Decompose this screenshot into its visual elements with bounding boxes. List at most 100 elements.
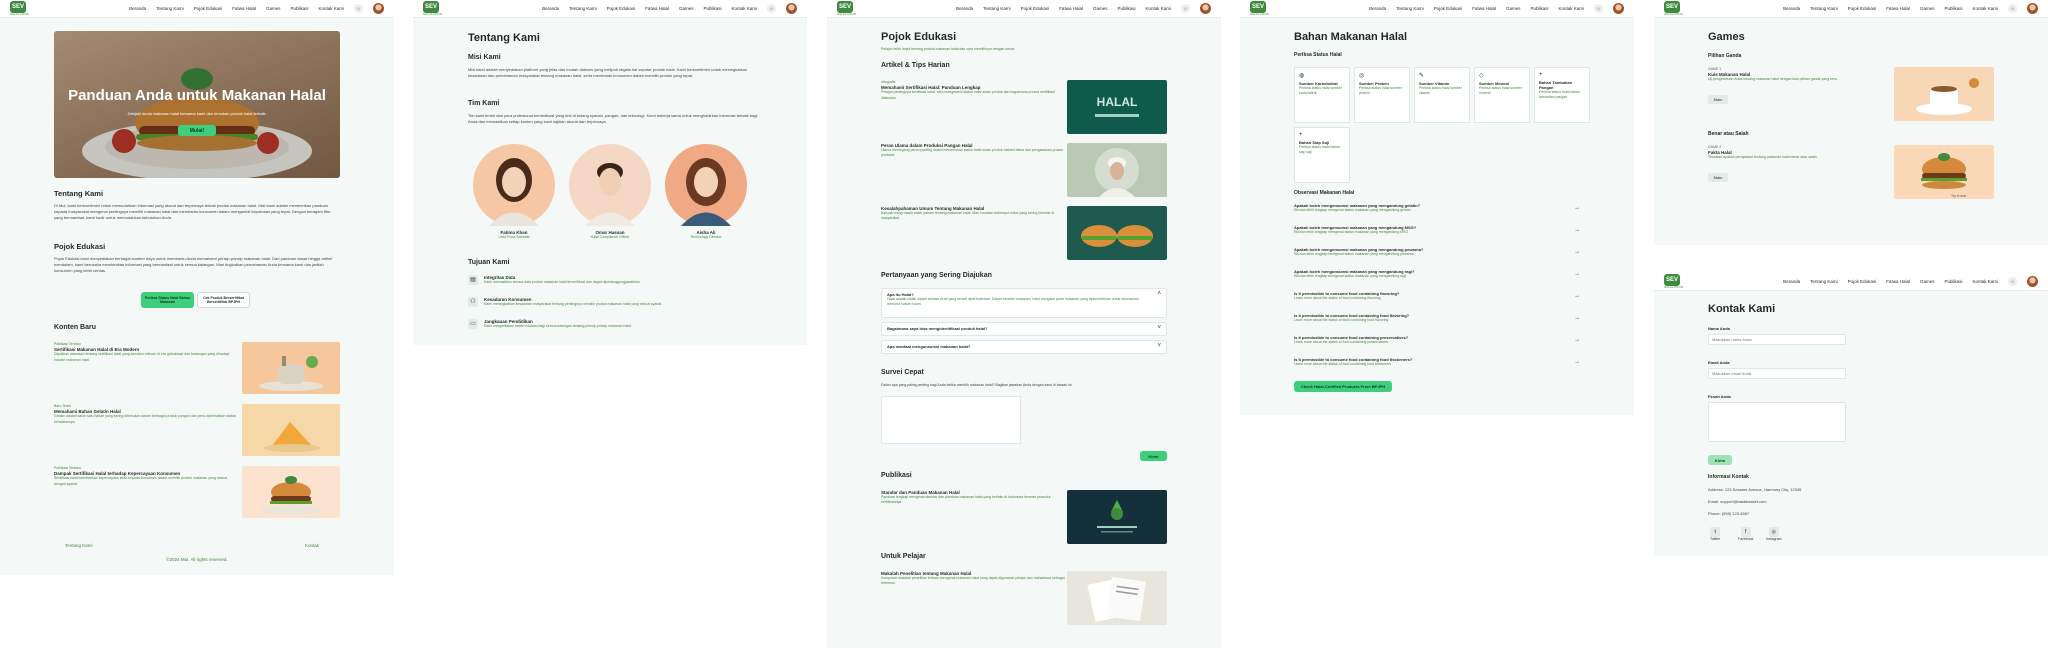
social-instagram[interactable]: ◎ Instagram — [1766, 527, 1782, 542]
nav-item-edukasi[interactable]: Pojok Edukasi — [1848, 279, 1877, 284]
obs-item[interactable]: Apakah boleh mengonsumsi makanan yang me… — [1294, 203, 1580, 221]
avatar[interactable] — [786, 3, 797, 14]
nav-item-beranda[interactable]: Beranda — [1369, 6, 1386, 11]
email-input[interactable] — [1708, 368, 1846, 379]
nav-item-tentang[interactable]: Tentang Kami — [569, 6, 597, 11]
category-card[interactable]: ◎ Sumber Protein Periksa status halal su… — [1354, 67, 1410, 123]
nav-item-publikasi[interactable]: Publikasi — [1117, 6, 1135, 11]
nav-item-publikasi[interactable]: Publikasi — [1944, 279, 1962, 284]
nav-item-kontak[interactable]: Kontak Kami — [1145, 6, 1171, 11]
nav-item-kontak[interactable]: Kontak Kami — [731, 6, 757, 11]
category-card[interactable]: ◍ Sumber Karbohidrat Periksa status hala… — [1294, 67, 1350, 123]
send-button[interactable]: Kirim — [1708, 455, 1732, 465]
nav-item-games[interactable]: Games — [1920, 6, 1935, 11]
nav-item-edukasi[interactable]: Pojok Edukasi — [607, 6, 636, 11]
category-card[interactable]: + Bahan Siap Saji Periksa status halal b… — [1294, 127, 1350, 183]
nav-item-fatwa[interactable]: Fatwa Halal — [1886, 6, 1910, 11]
obs-item[interactable]: Is it permissible to consume food contai… — [1294, 335, 1580, 353]
nav-item-beranda[interactable]: Beranda — [1783, 6, 1800, 11]
logo[interactable]: SEV HALAL FOOD — [1664, 274, 1683, 289]
play-button[interactable]: Main — [1708, 173, 1728, 182]
nav-item-tentang[interactable]: Tentang Kami — [1810, 6, 1838, 11]
nav-item-publikasi[interactable]: Publikasi — [290, 6, 308, 11]
avatar[interactable] — [1613, 3, 1624, 14]
nav-item-fatwa[interactable]: Fatwa Halal — [1059, 6, 1083, 11]
nav-item-publikasi[interactable]: Publikasi — [1530, 6, 1548, 11]
obs-item[interactable]: Apakah boleh mengonsumsi makanan yang me… — [1294, 225, 1580, 243]
pub-item[interactable]: Standar dan Panduan Makanan Halal Pandua… — [881, 490, 1167, 544]
logo[interactable]: SEV HALAL FOOD — [1250, 1, 1269, 16]
survey-submit-button[interactable]: Kirim — [1140, 451, 1167, 461]
learn-item[interactable]: Makalah Penelitian tentang Makanan Halal… — [881, 571, 1167, 625]
theme-toggle-icon[interactable]: ☼ — [2008, 277, 2017, 286]
article-item[interactable]: Infografis Memahami Sertifikasi Halal: P… — [881, 80, 1167, 134]
latest-item[interactable]: Publikasi Terbaru Sertifikasi Makanan Ha… — [54, 342, 340, 394]
nav-item-edukasi[interactable]: Pojok Edukasi — [1021, 6, 1050, 11]
nav-item-kontak[interactable]: Kontak Kami — [1558, 6, 1584, 11]
footer-link-about[interactable]: Tentang Kami — [65, 543, 93, 550]
nav-item-games[interactable]: Games — [1506, 6, 1521, 11]
nav-item-games[interactable]: Games — [1093, 6, 1108, 11]
nav-item-tentang[interactable]: Tentang Kami — [983, 6, 1011, 11]
social-facebook[interactable]: f Facebook — [1738, 527, 1753, 542]
message-textarea[interactable] — [1708, 402, 1846, 442]
obs-item[interactable]: Is it permissible to consume food contai… — [1294, 357, 1580, 375]
social-twitter[interactable]: t Twitter — [1710, 527, 1720, 542]
hero-start-button[interactable]: Mulai! — [178, 125, 216, 136]
nav-item-publikasi[interactable]: Publikasi — [703, 6, 721, 11]
obs-item[interactable]: Is it permissible to consume food contai… — [1294, 313, 1580, 331]
avatar[interactable] — [2027, 276, 2038, 287]
nav-item-tentang[interactable]: Tentang Kami — [1396, 6, 1424, 11]
check-product-button[interactable]: Cek Produk Bersertifikat Bersertifikat B… — [197, 292, 250, 308]
nav-item-tentang[interactable]: Tentang Kami — [1810, 279, 1838, 284]
nav-item-tentang[interactable]: Tentang Kami — [156, 6, 184, 11]
nav-item-beranda[interactable]: Beranda — [542, 6, 559, 11]
faq-item[interactable]: Bagaimana saya bisa mengidentifikasi pro… — [881, 322, 1167, 336]
game-card[interactable]: GAME 2 Fakta Halal Tentukan apakah perny… — [1708, 145, 1994, 199]
nav-item-edukasi[interactable]: Pojok Edukasi — [194, 6, 223, 11]
article-item[interactable]: Kesalahpahaman Umum Tentang Makanan Hala… — [881, 206, 1167, 260]
nav-item-edukasi[interactable]: Pojok Edukasi — [1848, 6, 1877, 11]
logo[interactable]: SEV HALAL FOOD — [10, 1, 29, 16]
theme-toggle-icon[interactable]: ☼ — [1181, 4, 1190, 13]
latest-item[interactable]: Baru Terbit Memahami Bahan Gelatin Halal… — [54, 404, 340, 456]
theme-toggle-icon[interactable]: ☼ — [354, 4, 363, 13]
nav-item-publikasi[interactable]: Publikasi — [1944, 6, 1962, 11]
obs-item[interactable]: Apakah boleh mengonsumsi makanan yang me… — [1294, 247, 1580, 265]
nav-item-fatwa[interactable]: Fatwa Halal — [232, 6, 256, 11]
play-button[interactable]: Main — [1708, 95, 1728, 104]
category-card[interactable]: + Bahan Tambahan Pangan Periksa status h… — [1534, 67, 1590, 123]
name-input[interactable] — [1708, 334, 1846, 345]
avatar[interactable] — [2027, 3, 2038, 14]
logo[interactable]: SEV HALAL FOOD — [1664, 1, 1683, 16]
game-card[interactable]: GAME 1 Kuis Makanan Halal Uji pengetahua… — [1708, 67, 1994, 121]
nav-item-kontak[interactable]: Kontak Kami — [1972, 279, 1998, 284]
nav-item-beranda[interactable]: Beranda — [956, 6, 973, 11]
theme-toggle-icon[interactable]: ☼ — [2008, 4, 2017, 13]
footer-link-contact[interactable]: Kontak — [305, 543, 319, 550]
category-card[interactable]: ◇ Sumber Mineral Periksa status halal su… — [1474, 67, 1530, 123]
check-bpjph-button[interactable]: Check Halal-Certified Products From BPJP… — [1294, 381, 1392, 392]
nav-item-kontak[interactable]: Kontak Kami — [318, 6, 344, 11]
avatar[interactable] — [373, 3, 384, 14]
faq-item[interactable]: Apa manfaat mengonsumsi makanan halal? ˅ — [881, 340, 1167, 354]
theme-toggle-icon[interactable]: ☼ — [1594, 4, 1603, 13]
category-card[interactable]: ✎ Sumber Vitamin Periksa status halal su… — [1414, 67, 1470, 123]
obs-item[interactable]: Apakah boleh mengonsumsi makanan yang me… — [1294, 269, 1580, 287]
nav-item-beranda[interactable]: Beranda — [129, 6, 146, 11]
theme-toggle-icon[interactable]: ☼ — [767, 4, 776, 13]
nav-item-games[interactable]: Games — [679, 6, 694, 11]
nav-item-beranda[interactable]: Beranda — [1783, 279, 1800, 284]
faq-item[interactable]: Apa itu Halal? Halal adalah istilah dala… — [881, 288, 1167, 318]
nav-item-fatwa[interactable]: Fatwa Halal — [1472, 6, 1496, 11]
nav-item-fatwa[interactable]: Fatwa Halal — [1886, 279, 1910, 284]
survey-textarea[interactable] — [881, 396, 1021, 444]
nav-item-kontak[interactable]: Kontak Kami — [1972, 6, 1998, 11]
nav-item-games[interactable]: Games — [266, 6, 281, 11]
logo[interactable]: SEV HALAL FOOD — [423, 1, 442, 16]
latest-item[interactable]: Publikasi Terbaru Dampak Sertifikasi Hal… — [54, 466, 340, 518]
check-halal-button[interactable]: Periksa Status Halal Bahan Makanan — [141, 292, 194, 308]
nav-item-games[interactable]: Games — [1920, 279, 1935, 284]
obs-item[interactable]: Is it permissible to consume food contai… — [1294, 291, 1580, 309]
article-item[interactable]: Peran Ulama dalam Produksi Pangan Halal … — [881, 143, 1167, 197]
